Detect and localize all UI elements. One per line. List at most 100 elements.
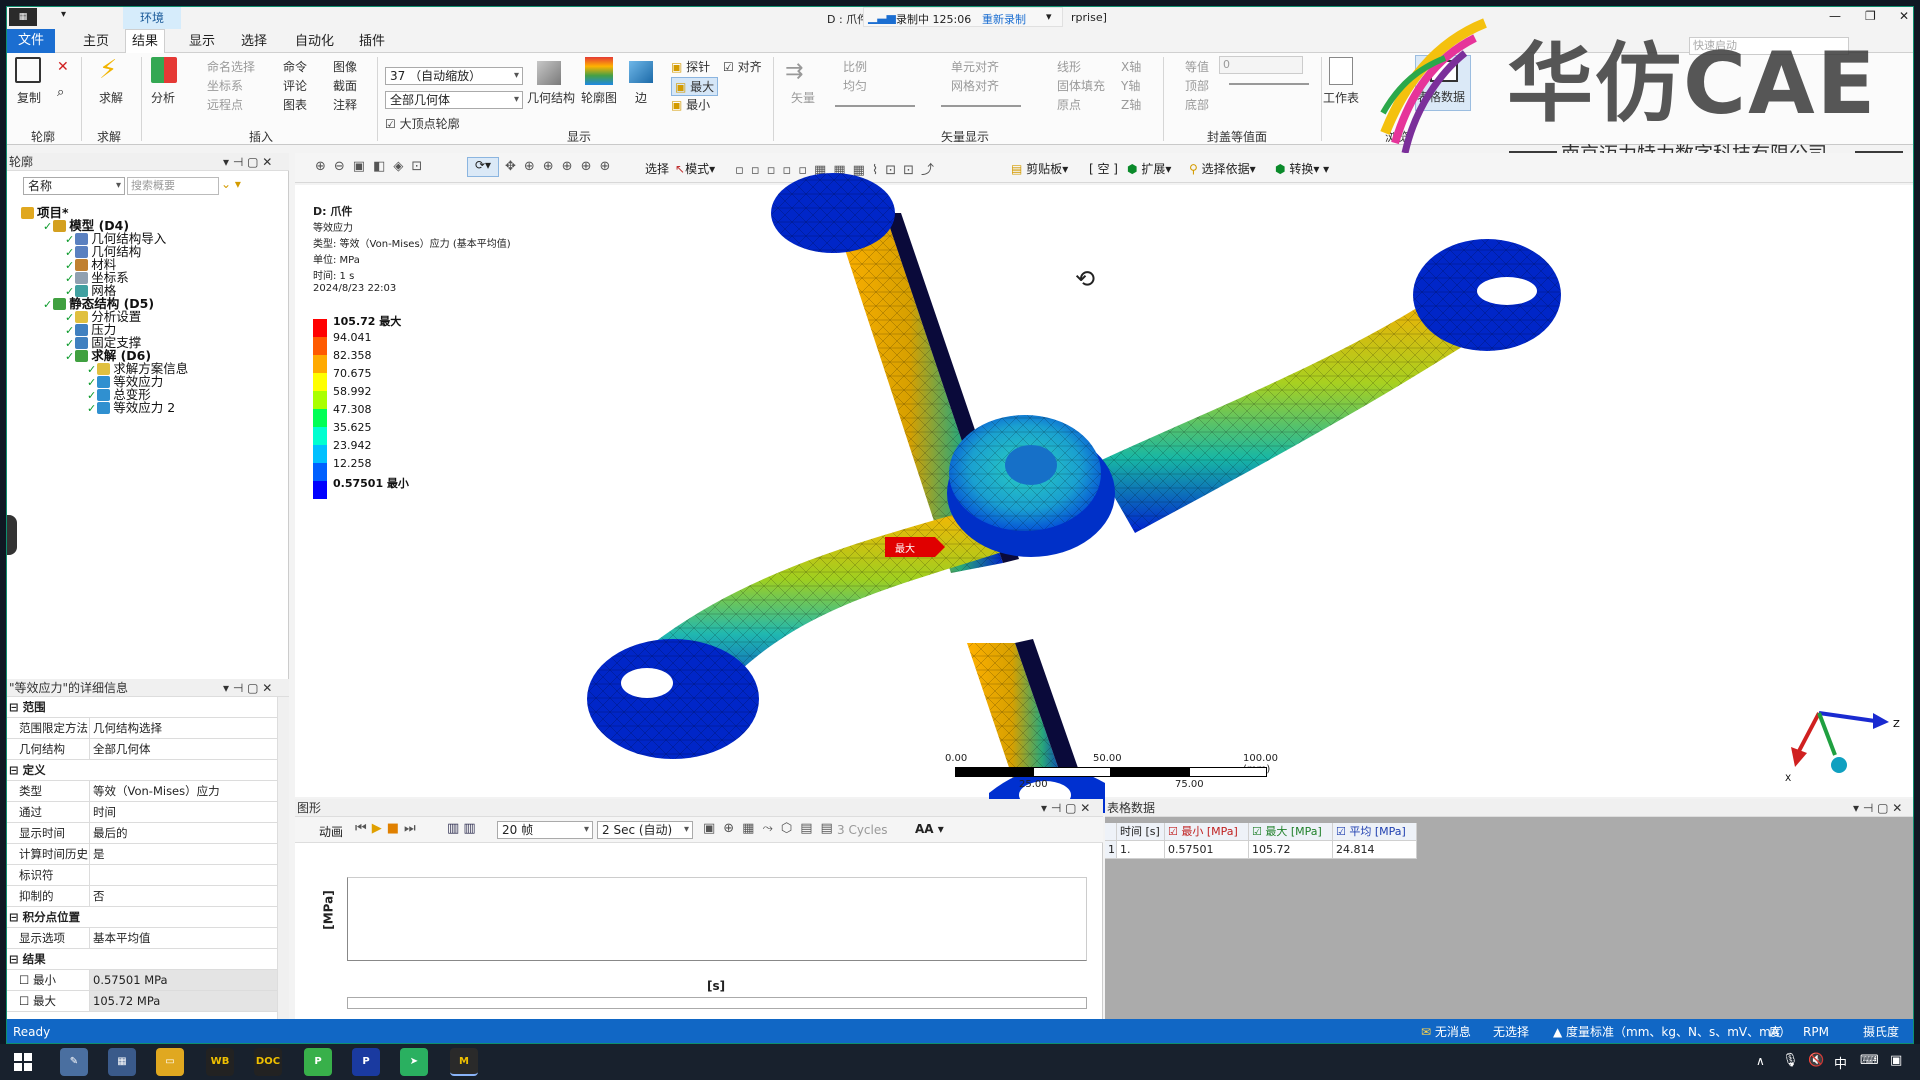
details-row[interactable]: 类型 等效（Von-Mises）应力 bbox=[7, 781, 277, 802]
section-button[interactable]: 截面 bbox=[333, 77, 357, 94]
annotation-button[interactable]: 注释 bbox=[333, 96, 357, 113]
windows-start-icon[interactable] bbox=[14, 1053, 32, 1071]
search-icon[interactable]: ⌕ bbox=[57, 85, 64, 100]
file-explorer-icon[interactable]: ▭ bbox=[156, 1048, 184, 1076]
unit-system-button[interactable]: ▲ 度量标准（mm、kg、N、s、mV、mA） bbox=[1553, 1022, 1791, 1042]
tab-file[interactable]: 文件 bbox=[7, 29, 55, 53]
table-cell-max[interactable]: 105.72 bbox=[1249, 841, 1333, 859]
contour-button[interactable]: 轮廓图 bbox=[581, 89, 617, 106]
play-icon[interactable]: ▶ bbox=[372, 821, 387, 836]
table-header-avg[interactable]: ☑ 平均 [MPa] bbox=[1333, 823, 1417, 841]
tab-selection[interactable]: 选择 bbox=[235, 32, 273, 52]
max-vertex-contour-checkbox[interactable]: ☑ 大顶点轮廓 bbox=[385, 115, 460, 132]
origin-button[interactable]: 原点 bbox=[1057, 96, 1081, 113]
vector-button[interactable]: 矢量 bbox=[791, 89, 815, 106]
y-axis-button[interactable]: Y轴 bbox=[1121, 77, 1140, 94]
worksheet-icon[interactable] bbox=[1329, 57, 1353, 85]
temperature-unit[interactable]: 摄氏度 bbox=[1863, 1022, 1899, 1042]
details-row[interactable]: 范围限定方法 几何结构选择 bbox=[7, 718, 277, 739]
panel-menu-icon[interactable]: ▾ ⊣ ▢ ✕ bbox=[223, 679, 272, 697]
checkbox-icon[interactable]: ☑ bbox=[385, 117, 396, 131]
view-tools-icons[interactable]: ✥⊕⊕⊕⊕⊕ bbox=[505, 159, 618, 174]
details-value[interactable]: 时间 bbox=[89, 802, 277, 822]
table-header-min[interactable]: ☑ 最小 [MPa] bbox=[1165, 823, 1249, 841]
isovalue-input[interactable]: 0 bbox=[1219, 56, 1303, 74]
details-row[interactable]: 显示选项 基本平均值 bbox=[7, 928, 277, 949]
copy-icon[interactable] bbox=[15, 57, 41, 83]
details-row[interactable]: 抑制的 否 bbox=[7, 886, 277, 907]
input-method-indicator[interactable]: 中 bbox=[1834, 1053, 1847, 1072]
search-options-icon[interactable]: ⌄ ▾ bbox=[221, 177, 241, 191]
density-slider[interactable] bbox=[941, 105, 1021, 107]
worksheet-button[interactable]: 工作表 bbox=[1323, 89, 1359, 106]
line-form-button[interactable]: 线形 bbox=[1057, 58, 1081, 75]
top-button[interactable]: 顶部 bbox=[1185, 77, 1209, 94]
table-cell-avg[interactable]: 24.814 bbox=[1333, 841, 1417, 859]
export-icons[interactable]: ▣⊕▦⤳⬡▤▤ bbox=[703, 821, 841, 836]
recorder-dropdown-icon[interactable]: ▾ bbox=[1046, 10, 1052, 23]
image-button[interactable]: 图像 bbox=[333, 58, 357, 75]
named-selection-button[interactable]: 命名选择 bbox=[207, 58, 255, 75]
copy-button[interactable]: 复制 bbox=[17, 89, 41, 106]
microphone-icon[interactable]: 🎙 bbox=[1782, 1053, 1799, 1068]
details-value[interactable]: 基本平均值 bbox=[89, 928, 277, 948]
isovalue-slider[interactable] bbox=[1229, 83, 1309, 85]
keyboard-icon[interactable]: ⌨ bbox=[1860, 1053, 1879, 1068]
geometry-button[interactable]: 几何结构 bbox=[527, 89, 575, 106]
messages-indicator[interactable]: ✉ 无消息 bbox=[1421, 1022, 1471, 1042]
align-checkbox[interactable]: ☑ 对齐 bbox=[723, 58, 762, 75]
panel-menu-icon[interactable]: ▾ ⊣ ▢ ✕ bbox=[1853, 799, 1902, 817]
vector-arrows-icon[interactable]: ⇉ bbox=[785, 59, 803, 84]
chart-button[interactable]: 图表 bbox=[283, 96, 307, 113]
cycles-button[interactable]: 3 Cycles bbox=[837, 823, 888, 837]
remote-point-button[interactable]: 远程点 bbox=[207, 96, 243, 113]
details-value[interactable] bbox=[89, 865, 277, 885]
angle-unit[interactable]: 度 bbox=[1769, 1022, 1781, 1042]
tab-home[interactable]: 主页 bbox=[77, 32, 115, 52]
checkbox-icon[interactable]: ☑ bbox=[723, 60, 734, 74]
panel-menu-icon[interactable]: ▾ ⊣ ▢ ✕ bbox=[1041, 799, 1090, 817]
tree-item[interactable]: ✓ 等效应力 2 bbox=[87, 400, 175, 416]
details-row[interactable]: 计算时间历史是 bbox=[7, 844, 277, 865]
uniform-button[interactable]: 均匀 bbox=[843, 77, 867, 94]
duration-combo[interactable]: 2 Sec (自动) bbox=[597, 821, 693, 839]
details-value[interactable]: 0.57501 MPa bbox=[89, 970, 277, 990]
notification-icon[interactable]: ▣ bbox=[1890, 1053, 1902, 1068]
details-row[interactable]: 几何结构 全部几何体 bbox=[7, 739, 277, 760]
mechanical-app-icon[interactable]: M bbox=[450, 1048, 478, 1076]
table-cell-time[interactable]: 1. bbox=[1117, 841, 1165, 859]
table-header-time[interactable]: 时间 [s] bbox=[1117, 823, 1165, 841]
details-scrollbar[interactable] bbox=[277, 697, 289, 1019]
z-axis-button[interactable]: Z轴 bbox=[1121, 96, 1141, 113]
workbench-app-icon[interactable]: WB bbox=[206, 1048, 234, 1076]
solve-button[interactable]: 求解 bbox=[99, 89, 123, 106]
command-button[interactable]: 命令 bbox=[283, 58, 307, 75]
min-button[interactable]: ▣ 最小 bbox=[671, 96, 710, 113]
tab-plugins[interactable]: 插件 bbox=[353, 32, 391, 52]
details-value[interactable]: 105.72 MPa bbox=[89, 991, 277, 1011]
green-p-app-icon[interactable]: P bbox=[304, 1048, 332, 1076]
frame-view-icons[interactable]: ▥ ▥ bbox=[447, 821, 476, 836]
details-value[interactable]: 全部几何体 bbox=[89, 739, 277, 759]
font-size-button[interactable]: AA ▾ bbox=[915, 822, 944, 836]
bottom-button[interactable]: 底部 bbox=[1185, 96, 1209, 113]
rotate-mode-button[interactable]: ⟳▾ bbox=[467, 157, 499, 177]
probe-button[interactable]: ▣ 探针 bbox=[671, 58, 710, 75]
zoom-tools-icons[interactable]: ⊕⊖▣◧◈⊡ bbox=[315, 159, 430, 174]
details-value[interactable]: 几何结构选择 bbox=[89, 718, 277, 738]
context-tab-environment[interactable]: 环境 bbox=[123, 7, 181, 29]
table-cell-min[interactable]: 0.57501 bbox=[1165, 841, 1249, 859]
details-value[interactable]: 最后的 bbox=[89, 823, 277, 843]
coordinate-system-button[interactable]: 坐标系 bbox=[207, 77, 243, 94]
element-aligned-button[interactable]: 单元对齐 bbox=[951, 58, 999, 75]
edge-icon[interactable] bbox=[629, 61, 653, 83]
details-row[interactable]: ☐ 最大 105.72 MPa bbox=[7, 991, 277, 1012]
volume-icon[interactable]: 🔇 bbox=[1808, 1053, 1824, 1068]
solid-fill-button[interactable]: 固体填充 bbox=[1057, 77, 1105, 94]
details-value[interactable]: 否 bbox=[89, 886, 277, 906]
table-header-max[interactable]: ☑ 最大 [MPa] bbox=[1249, 823, 1333, 841]
spider-part-model[interactable]: 最大 bbox=[575, 173, 1635, 813]
x-axis-button[interactable]: X轴 bbox=[1121, 58, 1141, 75]
graphics-viewport[interactable]: D: 爪件 等效应力 类型: 等效（Von-Mises）应力 (基本平均值) 单… bbox=[7, 173, 1913, 813]
details-row[interactable]: ☐ 最小 0.57501 MPa bbox=[7, 970, 277, 991]
